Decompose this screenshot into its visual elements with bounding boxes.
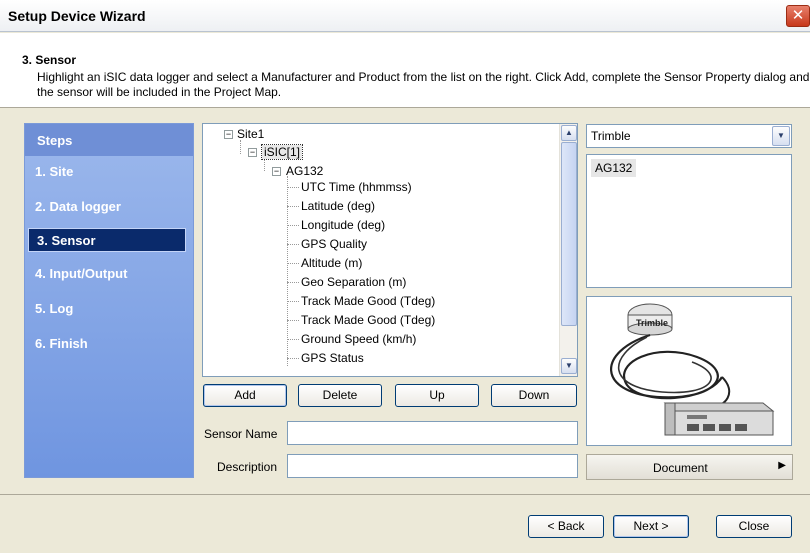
product-item[interactable]: AG132 (591, 159, 637, 177)
wizard-header: 3. Sensor Highlight an iSIC data logger … (0, 33, 810, 108)
steps-title: Steps (25, 124, 193, 156)
next-button[interactable]: Next > (613, 515, 689, 538)
play-arrow-icon: ▶ (778, 460, 786, 471)
step-heading: 3. Sensor (22, 53, 77, 67)
collapse-logger-icon[interactable]: − (248, 148, 257, 157)
manufacturer-value: Trimble (591, 129, 631, 143)
tree-field[interactable]: GPS Quality (301, 237, 367, 251)
tree-field[interactable]: UTC Time (hhmmss) (301, 180, 412, 194)
scroll-up-icon[interactable]: ▲ (561, 125, 577, 141)
step-finish[interactable]: 6. Finish (27, 332, 187, 356)
gps-receiver-image: Trimble (610, 303, 775, 436)
step-site[interactable]: 1. Site (27, 160, 187, 184)
step-log[interactable]: 5. Log (27, 297, 187, 321)
steps-panel: Steps 1. Site 2. Data logger 3. Sensor 4… (24, 123, 194, 478)
product-list[interactable]: AG132 (586, 154, 792, 288)
product-image: Trimble (586, 296, 792, 446)
collapse-site-icon[interactable]: − (224, 130, 233, 139)
step-input-output[interactable]: 4. Input/Output (27, 262, 187, 286)
scroll-thumb[interactable] (561, 142, 577, 326)
step-sensor[interactable]: 3. Sensor (28, 228, 186, 252)
sensor-name-label: Sensor Name (204, 427, 278, 441)
description-field[interactable] (287, 454, 578, 478)
tree-node-logger[interactable]: iSIC[1] (260, 144, 304, 160)
footer-divider (0, 494, 810, 495)
manufacturer-select[interactable]: Trimble ▼ (586, 124, 792, 148)
close-button[interactable]: Close (716, 515, 792, 538)
tree-field[interactable]: GPS Status (301, 351, 364, 365)
tree-node-device[interactable]: AG132 (286, 164, 323, 178)
tree-field[interactable]: Latitude (deg) (301, 199, 375, 213)
step-data-logger[interactable]: 2. Data logger (27, 195, 187, 219)
step-instructions: Highlight an iSIC data logger and select… (37, 70, 810, 99)
down-button[interactable]: Down (491, 384, 577, 407)
tree-field[interactable]: Track Made Good (Tdeg) (301, 294, 435, 308)
chevron-down-icon[interactable]: ▼ (772, 126, 790, 146)
delete-button[interactable]: Delete (298, 384, 382, 407)
add-button[interactable]: Add (203, 384, 287, 407)
sensor-name-field[interactable] (287, 421, 578, 445)
scroll-down-icon[interactable]: ▼ (561, 358, 577, 374)
collapse-device-icon[interactable]: − (272, 167, 281, 176)
tree-field[interactable]: Altitude (m) (301, 256, 362, 270)
document-button-label: Document (653, 461, 708, 475)
window-close-button[interactable]: ✕ (786, 5, 810, 27)
tree-node-site[interactable]: Site1 (237, 127, 264, 141)
svg-text:Trimble: Trimble (636, 318, 668, 328)
tree-field[interactable]: Ground Speed (km/h) (301, 332, 416, 346)
tree-scrollbar[interactable]: ▲ ▼ (559, 124, 577, 376)
logger-label: iSIC[1] (260, 144, 304, 160)
document-button[interactable]: Document ▶ (586, 454, 793, 480)
title-bar: Setup Device Wizard ✕ (0, 0, 810, 32)
tree-field[interactable]: Geo Separation (m) (301, 275, 406, 289)
description-label: Description (217, 460, 278, 474)
window-title: Setup Device Wizard (8, 8, 146, 24)
up-button[interactable]: Up (395, 384, 479, 407)
back-button[interactable]: < Back (528, 515, 604, 538)
sensor-tree[interactable]: − Site1 − iSIC[1] − AG132 UTC Time (hhmm… (202, 123, 578, 377)
tree-field[interactable]: Track Made Good (Tdeg) (301, 313, 435, 327)
tree-field[interactable]: Longitude (deg) (301, 218, 385, 232)
